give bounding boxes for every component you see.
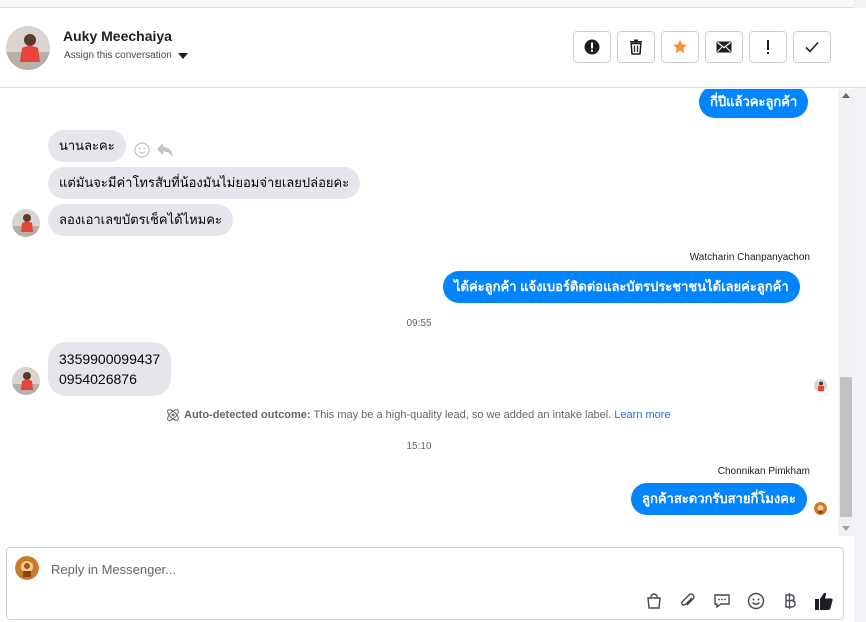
like-button[interactable]: [813, 590, 835, 612]
saved-replies-button[interactable]: [711, 590, 733, 612]
atom-icon: [167, 409, 179, 421]
message-thread[interactable]: กี่ปีแล้วคะลูกค้า นานละคะ แต่มันจะมีค่าโ…: [0, 89, 838, 536]
outgoing-message[interactable]: กี่ปีแล้วคะลูกค้า: [699, 89, 809, 118]
scroll-down-arrow-icon[interactable]: [842, 526, 850, 531]
speech-bubble-icon: [714, 594, 730, 609]
attachment-button[interactable]: [677, 590, 699, 612]
envelope-icon: [716, 41, 732, 53]
alert-circle-icon: [584, 39, 600, 55]
auto-outcome-notice: Auto-detected outcome: This may be a hig…: [165, 407, 671, 423]
mark-unread-button[interactable]: [705, 31, 743, 63]
incoming-message[interactable]: 3359900099437 0954026876: [48, 342, 172, 396]
star-icon: [672, 39, 688, 54]
delete-button[interactable]: [617, 31, 655, 63]
smiley-icon: [747, 592, 765, 610]
payment-button[interactable]: [779, 590, 801, 612]
message-line: 0954026876: [59, 371, 137, 387]
scrollbar-thumb[interactable]: [840, 377, 852, 517]
incoming-message[interactable]: แต่มันจะมีค่าโทรสับที่น้องมันไม่ยอมจ่ายเ…: [48, 167, 361, 199]
checkmark-icon: [805, 41, 819, 53]
thumbs-up-icon: [815, 592, 833, 610]
contact-avatar-small: [12, 367, 40, 395]
shopping-bag-icon: [647, 593, 661, 609]
contact-avatar[interactable]: [6, 26, 50, 70]
outcome-label: Auto-detected outcome:: [184, 409, 311, 421]
conversation-header: Auky Meechaiya Assign this conversation: [0, 8, 866, 88]
reply-icon[interactable]: [156, 142, 174, 158]
composer-tools: [643, 590, 835, 612]
message-line: 3359900099437: [59, 351, 161, 367]
message-hover-actions: [134, 142, 174, 158]
assign-label: Assign this conversation: [64, 50, 172, 61]
agent-avatar: [15, 556, 39, 580]
paperclip-icon: [681, 593, 695, 606]
baht-icon: [785, 593, 796, 609]
read-receipt-avatar: [814, 379, 827, 392]
scrollbar[interactable]: [838, 89, 854, 536]
conversation-panel: Auky Meechaiya Assign this conversation: [0, 0, 866, 622]
contact-name[interactable]: Auky Meechaiya: [63, 28, 172, 44]
done-button[interactable]: [793, 31, 831, 63]
header-actions: [573, 31, 831, 63]
outcome-text: This may be a high-quality lead, so we a…: [313, 409, 612, 421]
agent-avatar: [814, 502, 827, 515]
outgoing-message[interactable]: ได้ค่ะลูกค้า แจ้งเบอร์ติดต่อและบัตรประชา…: [443, 271, 800, 303]
sender-name: Watcharin Chanpanyachon: [689, 252, 810, 263]
trash-icon: [630, 39, 642, 55]
emoji-reaction-icon[interactable]: [134, 142, 150, 158]
learn-more-link[interactable]: Learn more: [614, 409, 670, 421]
emoji-button[interactable]: [745, 590, 767, 612]
timestamp: 15:10: [406, 441, 432, 452]
top-strip: [0, 0, 866, 8]
right-edge: [854, 0, 866, 622]
contact-avatar-small: [12, 209, 40, 237]
reply-input[interactable]: [51, 558, 651, 580]
shopping-bag-button[interactable]: [643, 590, 665, 612]
incoming-message[interactable]: ลองเอาเลขบัตรเช็คได้ไหมคะ: [48, 204, 233, 236]
spam-button[interactable]: [573, 31, 611, 63]
incoming-message[interactable]: นานละคะ: [48, 130, 126, 162]
caret-down-icon: [177, 52, 188, 59]
timestamp: 09:55: [406, 318, 432, 329]
outgoing-message[interactable]: ลูกค้าสะดวกรับสายกี่โมงคะ: [631, 483, 807, 515]
star-button[interactable]: [661, 31, 699, 63]
scroll-up-arrow-icon[interactable]: [842, 93, 850, 98]
sender-name: Chonnikan Pimkham: [717, 466, 810, 477]
exclamation-icon: [767, 40, 769, 54]
follow-up-button[interactable]: [749, 31, 787, 63]
reply-composer: [6, 547, 844, 620]
assign-conversation-dropdown[interactable]: Assign this conversation: [64, 50, 188, 61]
